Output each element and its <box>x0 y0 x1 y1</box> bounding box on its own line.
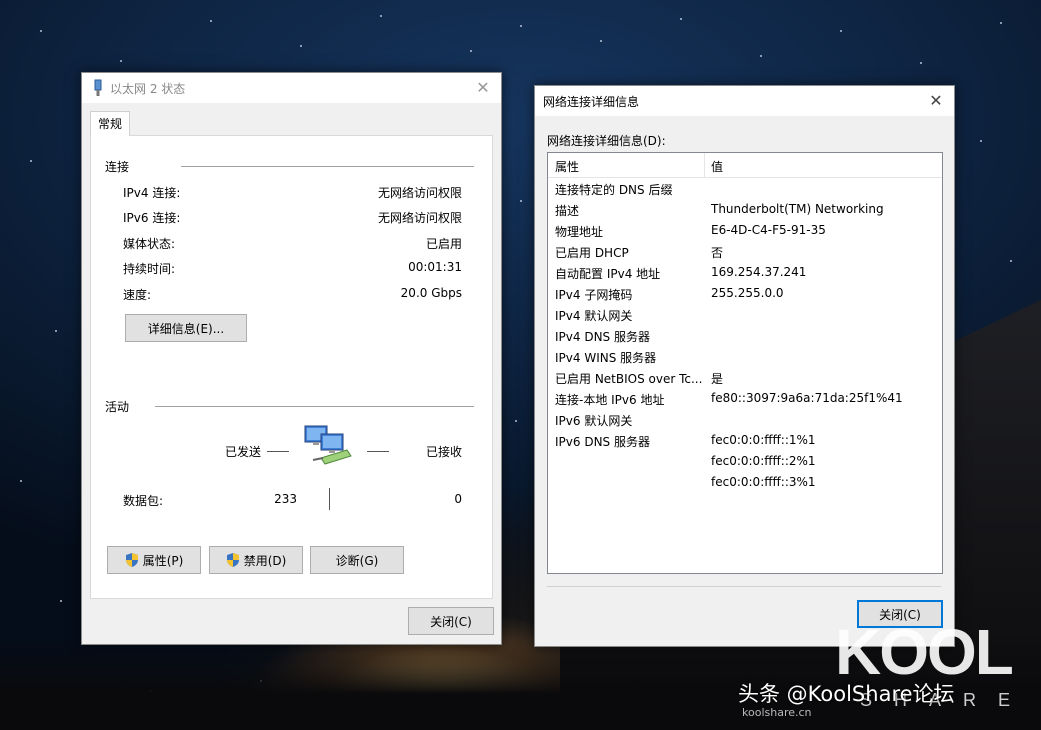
list-item[interactable]: IPv4 DNS 服务器 <box>548 327 942 348</box>
speed-value: 20.0 Gbps <box>400 286 462 300</box>
network-adapter-icon <box>92 79 104 100</box>
value-cell: 否 <box>711 246 724 260</box>
disable-button-label: 禁用(D) <box>243 553 287 568</box>
list-item[interactable]: IPv6 默认网关 <box>548 411 942 432</box>
details-caption: 网络连接详细信息(D): <box>547 134 666 148</box>
property-cell: IPv4 默认网关 <box>555 309 633 323</box>
value-cell: fec0:0:0:ffff::1%1 <box>711 433 816 447</box>
list-item[interactable]: 物理地址 E6-4D-C4-F5-91-35 <box>548 222 942 243</box>
connection-details-window: 网络连接详细信息 ✕ 网络连接详细信息(D): 属性 值 连接特定的 DNS 后… <box>534 85 955 647</box>
divider <box>181 166 474 167</box>
divider <box>267 451 289 452</box>
uac-shield-icon <box>226 553 240 567</box>
list-item[interactable]: 连接-本地 IPv6 地址 fe80::3097:9a6a:71da:25f1%4… <box>548 390 942 411</box>
value-cell: 是 <box>711 372 724 386</box>
property-cell: IPv6 默认网关 <box>555 414 633 428</box>
property-cell: 已启用 NetBIOS over Tc... <box>555 372 703 386</box>
list-item[interactable]: fec0:0:0:ffff::3%1 <box>548 474 942 495</box>
ipv6-connectivity-value: 无网络访问权限 <box>377 211 462 225</box>
packets-received-value: 0 <box>454 492 462 506</box>
details-list[interactable]: 属性 值 连接特定的 DNS 后缀 描述 Thunderbolt(TM) Netwo… <box>547 152 943 574</box>
ipv6-connectivity-label: IPv6 连接: <box>123 211 181 225</box>
duration-label: 持续时间: <box>123 262 176 276</box>
diagnose-button[interactable]: 诊断(G) <box>310 546 404 574</box>
list-item[interactable]: 已启用 NetBIOS over Tc... 是 <box>548 369 942 390</box>
list-item[interactable]: 描述 Thunderbolt(TM) Networking <box>548 201 942 222</box>
ipv4-connectivity-value: 无网络访问权限 <box>377 186 462 200</box>
value-cell: 255.255.0.0 <box>711 286 784 300</box>
media-state-value: 已启用 <box>425 237 462 251</box>
properties-button[interactable]: 属性(P) <box>107 546 201 574</box>
packets-label: 数据包: <box>123 494 164 508</box>
list-item[interactable]: IPv4 WINS 服务器 <box>548 348 942 369</box>
status-titlebar[interactable]: 以太网 2 状态 ✕ <box>82 73 501 103</box>
media-state-label: 媒体状态: <box>123 237 176 251</box>
property-cell: 自动配置 IPv4 地址 <box>555 267 661 281</box>
value-cell: E6-4D-C4-F5-91-35 <box>711 223 826 237</box>
property-cell: IPv4 WINS 服务器 <box>555 351 657 365</box>
value-cell: fec0:0:0:ffff::3%1 <box>711 475 816 489</box>
list-item[interactable]: fec0:0:0:ffff::2%1 <box>548 453 942 474</box>
value-cell: fe80::3097:9a6a:71da:25f1%41 <box>711 391 903 405</box>
list-item[interactable]: 自动配置 IPv4 地址 169.254.37.241 <box>548 264 942 285</box>
close-icon[interactable]: ✕ <box>473 78 493 98</box>
network-activity-icon <box>303 424 355 475</box>
activity-group-title: 活动 <box>105 400 130 414</box>
value-cell: fec0:0:0:ffff::2%1 <box>711 454 816 468</box>
uac-shield-icon <box>125 553 139 567</box>
property-cell: IPv4 DNS 服务器 <box>555 330 650 344</box>
property-cell: 已启用 DHCP <box>555 246 629 260</box>
column-header-value[interactable]: 值 <box>711 158 723 175</box>
ipv4-connectivity-label: IPv4 连接: <box>123 186 181 200</box>
caption-text: 头条 @KoolShare论坛 <box>738 682 955 706</box>
close-icon[interactable]: ✕ <box>926 91 946 111</box>
details-list-header: 属性 值 <box>548 153 942 178</box>
value-cell: 169.254.37.241 <box>711 265 807 279</box>
general-tab-panel: 连接 IPv4 连接: 无网络访问权限 IPv6 连接: 无网络访问权限 媒体状… <box>90 135 493 599</box>
close-button[interactable]: 关闭(C) <box>408 607 494 635</box>
properties-button-label: 属性(P) <box>142 553 184 568</box>
received-label: 已接收 <box>425 445 462 459</box>
list-item[interactable]: IPv6 DNS 服务器 fec0:0:0:ffff::1%1 <box>548 432 942 453</box>
tab-general[interactable]: 常规 <box>90 111 131 136</box>
divider <box>704 153 705 177</box>
disable-button[interactable]: 禁用(D) <box>209 546 303 574</box>
sent-label: 已发送 <box>225 445 262 459</box>
speed-label: 速度: <box>123 288 152 302</box>
property-cell: 连接特定的 DNS 后缀 <box>555 183 673 197</box>
property-cell: 物理地址 <box>555 225 604 239</box>
column-header-property[interactable]: 属性 <box>555 158 579 175</box>
details-titlebar[interactable]: 网络连接详细信息 ✕ <box>535 86 954 116</box>
list-item[interactable]: 已启用 DHCP 否 <box>548 243 942 264</box>
list-item[interactable]: 连接特定的 DNS 后缀 <box>548 180 942 201</box>
property-cell: IPv6 DNS 服务器 <box>555 435 650 449</box>
property-cell: 连接-本地 IPv6 地址 <box>555 393 665 407</box>
list-item[interactable]: IPv4 默认网关 <box>548 306 942 327</box>
connection-group-title: 连接 <box>105 160 130 174</box>
divider <box>367 451 389 452</box>
list-item[interactable]: IPv4 子网掩码 255.255.0.0 <box>548 285 942 306</box>
divider <box>155 406 474 407</box>
ethernet-status-window: 以太网 2 状态 ✕ 常规 连接 IPv4 连接: 无网络访问权限 IPv6 连… <box>81 72 502 645</box>
details-window-title: 网络连接详细信息 <box>543 95 640 109</box>
divider <box>547 586 941 587</box>
value-cell: Thunderbolt(TM) Networking <box>711 202 884 216</box>
status-window-title: 以太网 2 状态 <box>110 82 186 96</box>
property-cell: IPv4 子网掩码 <box>555 288 633 302</box>
property-cell: 描述 <box>555 204 580 218</box>
divider <box>329 488 330 510</box>
duration-value: 00:01:31 <box>408 260 462 274</box>
details-button[interactable]: 详细信息(E)... <box>125 314 247 342</box>
packets-sent-value: 233 <box>274 492 297 506</box>
